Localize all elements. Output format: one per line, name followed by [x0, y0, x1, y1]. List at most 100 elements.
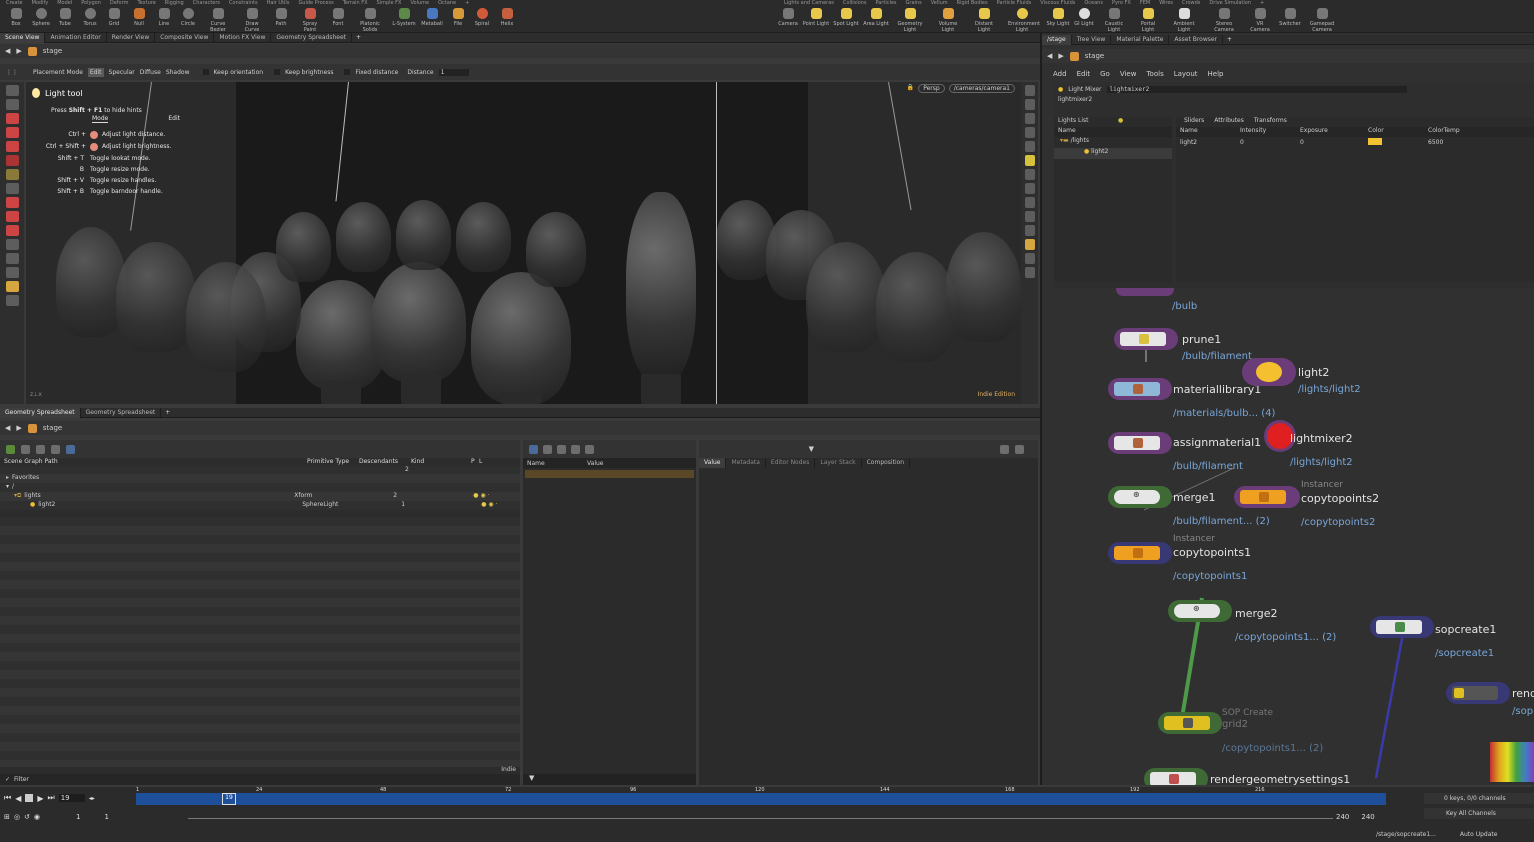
edit-mode-button[interactable]: Edit: [87, 67, 104, 77]
forward-arrow-icon[interactable]: ▶: [1058, 52, 1063, 60]
shelf-tab[interactable]: Characters: [193, 0, 220, 6]
tube-tool[interactable]: Tube: [51, 8, 79, 32]
shelf-tab[interactable]: Lights and Cameras: [784, 0, 834, 6]
expand-icon[interactable]: ▾: [6, 483, 9, 492]
shelf-tab[interactable]: Grains: [906, 0, 922, 6]
shelf-tab[interactable]: Hair Utils: [267, 0, 290, 6]
font-tool[interactable]: Font: [324, 8, 352, 32]
display-icon[interactable]: [1024, 267, 1035, 278]
collection-icon[interactable]: [66, 444, 75, 454]
loop-icon[interactable]: ↺: [24, 813, 30, 821]
path-stage[interactable]: stage: [1085, 52, 1104, 60]
tab-asset-browser[interactable]: Asset Browser: [1169, 34, 1224, 45]
node-name-field[interactable]: lightmixer2: [1106, 86, 1407, 93]
shelf-tab[interactable]: Octane: [438, 0, 456, 6]
step-back-icon[interactable]: ◀: [15, 794, 21, 803]
row-view-icon[interactable]: [571, 444, 580, 454]
shelf-tab[interactable]: Modify: [32, 0, 49, 6]
lock-icon[interactable]: [5, 99, 19, 110]
tab-geometry-spreadsheet[interactable]: Geometry Spreadsheet: [271, 32, 352, 43]
node-prune1[interactable]: [1114, 328, 1178, 350]
add-shelf-tab-button[interactable]: +: [1260, 0, 1264, 6]
geometry-light-tool[interactable]: Geometry Light: [896, 8, 924, 33]
step-icon[interactable]: ◂▸: [89, 795, 95, 802]
tab-render-view[interactable]: Render View: [107, 32, 156, 43]
timeline-bar[interactable]: 19: [136, 793, 1386, 805]
lights-list-column[interactable]: Name: [1054, 127, 1172, 137]
circle-tool[interactable]: Circle: [174, 8, 202, 32]
bulb-icon[interactable]: [5, 281, 19, 292]
gamepad-camera-tool[interactable]: Gamepad Camera: [1308, 8, 1336, 33]
persp-menu[interactable]: Persp: [918, 84, 945, 93]
list-view-icon[interactable]: [529, 444, 538, 454]
shelf-tab[interactable]: Crowds: [1182, 0, 1200, 6]
display-icon[interactable]: [1024, 141, 1035, 152]
auto-update-button[interactable]: Auto Update: [1460, 829, 1498, 840]
shelf-tab[interactable]: Constraints: [229, 0, 258, 6]
edit-icon[interactable]: [21, 444, 30, 454]
tab-layer-stack[interactable]: Layer Stack: [815, 458, 862, 468]
shelf-tab[interactable]: Model: [57, 0, 72, 6]
sky-light-tool[interactable]: Sky Light: [1044, 8, 1072, 32]
shelf-tab[interactable]: Volume: [410, 0, 429, 6]
shelf-tab[interactable]: Pyro FX: [1112, 0, 1131, 6]
tab-composition[interactable]: Composition: [862, 458, 911, 468]
shelf-tab[interactable]: Particles: [875, 0, 896, 6]
menu-layout[interactable]: Layout: [1174, 70, 1198, 78]
light-filter-icon[interactable]: ●: [1118, 117, 1123, 127]
shelf-tab[interactable]: Rigging: [165, 0, 184, 6]
add-tab-button[interactable]: +: [1223, 36, 1236, 43]
distant-light-tool[interactable]: Distant Light: [970, 8, 998, 33]
tree-item-light2[interactable]: ● light2: [1054, 148, 1172, 159]
node-rendergeometrysettings1[interactable]: [1144, 768, 1208, 785]
spot-light-tool[interactable]: Spot Light: [832, 8, 860, 32]
magnet-icon[interactable]: [5, 197, 19, 208]
display-icon[interactable]: [1024, 113, 1035, 124]
shelf-tab[interactable]: Simple FX: [377, 0, 402, 6]
path-tool[interactable]: Path: [267, 8, 295, 32]
table-row[interactable]: ▾⧉ lights Xform 2 ● ◉ ·: [0, 492, 520, 501]
display-icon[interactable]: [1024, 211, 1035, 222]
first-frame-icon[interactable]: ⏮: [4, 793, 11, 803]
tab-geometry-spreadsheet[interactable]: Geometry Spreadsheet: [0, 407, 81, 418]
tab-stage[interactable]: /stage: [1042, 34, 1072, 45]
spray-paint-tool[interactable]: Spray Paint: [296, 8, 324, 33]
environment-light-tool[interactable]: Environment Light: [1008, 8, 1040, 33]
shelf-tab[interactable]: Collisions: [843, 0, 867, 6]
filter-icon[interactable]: [51, 444, 60, 454]
node-bulb[interactable]: [1116, 288, 1174, 296]
specular-button[interactable]: Specular: [109, 69, 135, 76]
distance-field[interactable]: 1: [438, 68, 469, 76]
last-frame-icon[interactable]: ⏭: [48, 793, 55, 803]
filter-bar[interactable]: ✓ Filter: [0, 774, 520, 785]
add-tab-button[interactable]: +: [161, 409, 174, 416]
shelf-tab[interactable]: Deform: [110, 0, 129, 6]
shelf-tab[interactable]: Wires: [1159, 0, 1173, 6]
shelf-tab[interactable]: Particle Fluids: [997, 0, 1032, 6]
forward-arrow-icon[interactable]: ▶: [16, 47, 21, 55]
display-icon[interactable]: [1024, 99, 1035, 110]
curve-bezier-tool[interactable]: Curve Bezier: [204, 8, 232, 33]
grid-menu-icon[interactable]: ⋮⋮: [6, 69, 18, 76]
node-network[interactable]: /bulb prune1 /bulb/filament materiallibr…: [1054, 288, 1534, 785]
snap-icon[interactable]: [5, 211, 19, 222]
pose-icon[interactable]: [5, 183, 19, 194]
shelf-tab[interactable]: Vellum: [931, 0, 948, 6]
tab-transforms[interactable]: Transforms: [1254, 117, 1287, 127]
transform-icon[interactable]: [5, 113, 19, 124]
current-frame-field[interactable]: 19: [58, 794, 85, 802]
tab-value[interactable]: Value: [699, 458, 727, 468]
camera-icon[interactable]: [1000, 444, 1009, 454]
tab-motion-fx-view[interactable]: Motion FX View: [214, 32, 272, 43]
display-icon[interactable]: [1024, 127, 1035, 138]
box-tool[interactable]: Box: [2, 8, 30, 32]
range-start[interactable]: 1: [76, 813, 80, 821]
point-light-tool[interactable]: Point Light: [802, 8, 830, 32]
fixed-distance-checkbox[interactable]: [344, 69, 351, 75]
back-arrow-icon[interactable]: ◀: [5, 47, 10, 55]
table-row[interactable]: ● light2 SphereLight 1 ● ◉ ·: [0, 501, 520, 510]
select-tool-icon[interactable]: [5, 85, 19, 96]
table-row[interactable]: 2: [0, 466, 520, 474]
light-visibility-icon[interactable]: ● ◉ ·: [473, 492, 489, 501]
camera-tool[interactable]: Camera: [774, 8, 802, 32]
